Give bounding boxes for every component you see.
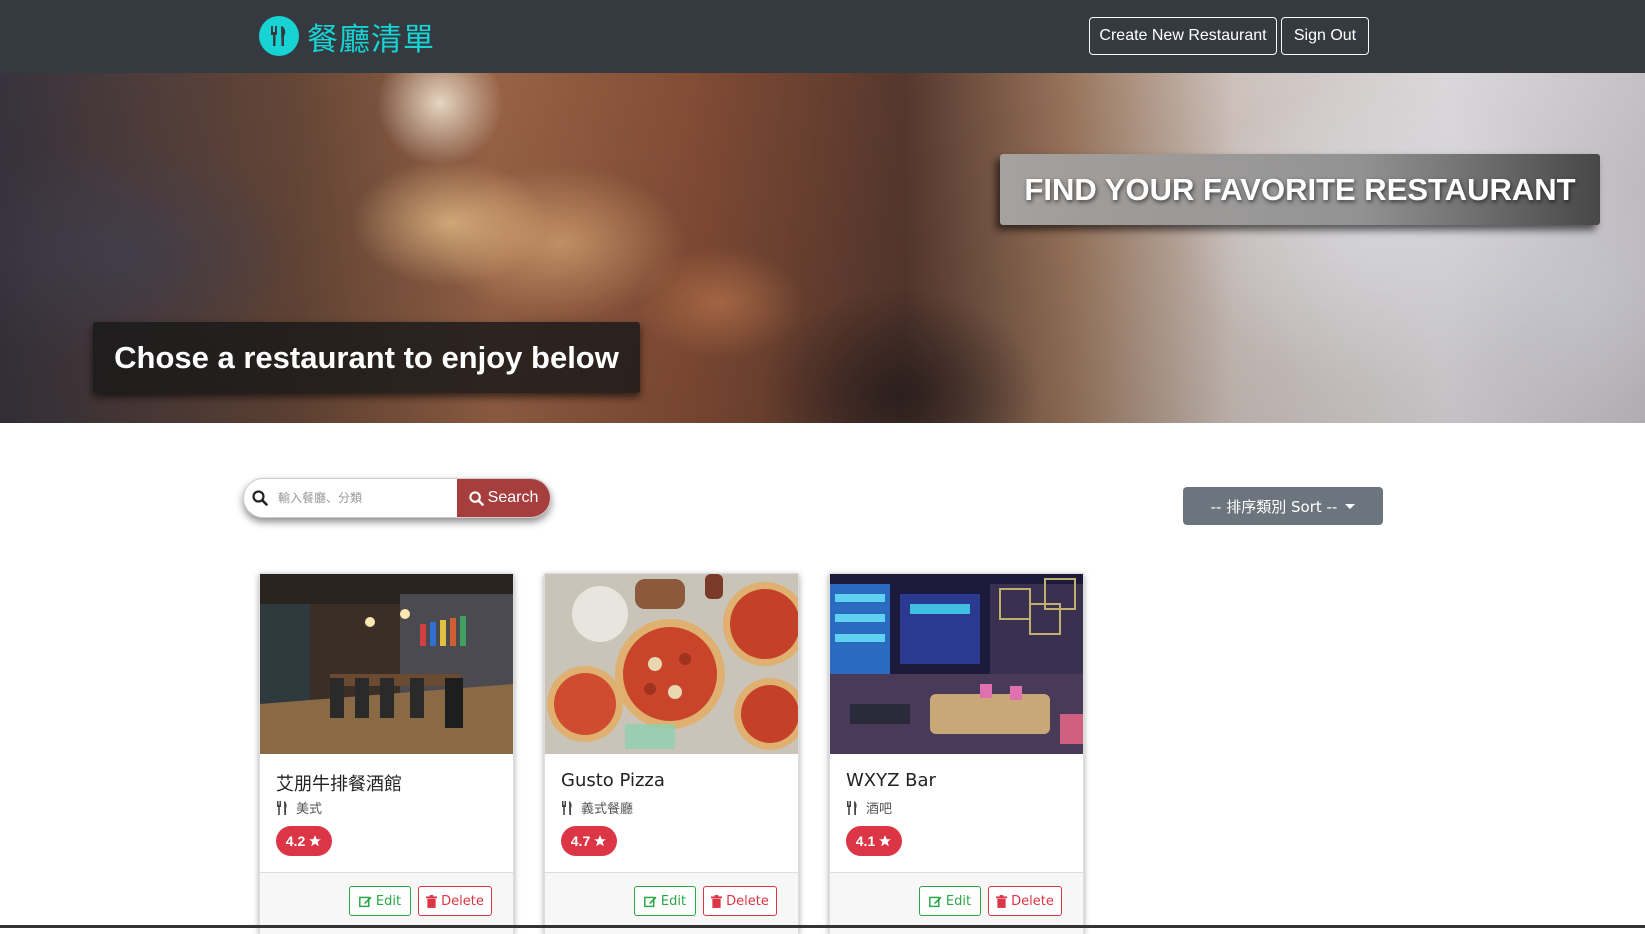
- edit-icon: [358, 896, 372, 907]
- delete-button[interactable]: Delete: [418, 886, 492, 916]
- brand-name: 餐廳清單: [307, 21, 435, 58]
- restaurant-name[interactable]: 艾朋牛排餐酒館: [276, 770, 402, 796]
- rating-badge: 4.1: [846, 826, 902, 856]
- trash-icon: [426, 894, 438, 908]
- edit-label: Edit: [375, 893, 402, 909]
- edit-button[interactable]: Edit: [634, 886, 696, 916]
- category-label: 酒吧: [866, 802, 893, 817]
- rating-value: 4.7: [570, 833, 591, 849]
- rating-value: 4.1: [855, 833, 876, 849]
- delete-label: Delete: [1011, 893, 1054, 909]
- utensils-icon: [277, 800, 287, 815]
- restaurant-card[interactable]: 艾朋牛排餐酒館 美式 4.2 Edit Delete: [259, 573, 514, 934]
- rating-value: 4.2: [285, 833, 306, 849]
- utensils-icon: [847, 800, 857, 815]
- edit-button[interactable]: Edit: [919, 886, 981, 916]
- restaurant-category: 美式: [276, 798, 322, 817]
- search-button-label: Search: [487, 489, 539, 506]
- category-label: 美式: [296, 802, 323, 817]
- delete-button[interactable]: Delete: [988, 886, 1062, 916]
- search-icon: [244, 479, 276, 517]
- delete-label: Delete: [726, 893, 769, 909]
- navbar: 餐廳清單 Create New Restaurant Sign Out: [0, 0, 1645, 73]
- hero-headline-box: FIND YOUR FAVORITE RESTAURANT: [1000, 154, 1600, 225]
- hero-subtitle-box: Chose a restaurant to enjoy below: [93, 322, 640, 393]
- edit-label: Edit: [945, 893, 972, 909]
- brand-logo[interactable]: 餐廳清單: [259, 16, 435, 58]
- restaurant-category: 義式餐廳: [561, 798, 633, 817]
- sort-dropdown[interactable]: -- 排序類別 Sort --: [1183, 487, 1383, 525]
- utensils-icon: [259, 16, 299, 56]
- search-button[interactable]: Search: [457, 479, 550, 517]
- search-bar: Search: [243, 478, 551, 518]
- restaurant-card[interactable]: WXYZ Bar 酒吧 4.1 Edit Delete: [829, 573, 1084, 934]
- restaurant-photo[interactable]: [830, 574, 1083, 754]
- rating-badge: 4.7: [561, 826, 617, 856]
- caret-down-icon: [1345, 503, 1356, 509]
- edit-label: Edit: [660, 893, 687, 909]
- hero-headline: FIND YOUR FAVORITE RESTAURANT: [1024, 171, 1576, 207]
- utensils-icon: [562, 800, 572, 815]
- star-icon: [879, 835, 892, 847]
- category-label: 義式餐廳: [581, 802, 634, 817]
- edit-icon: [643, 896, 657, 907]
- sign-out-button[interactable]: Sign Out: [1281, 17, 1369, 55]
- restaurant-name[interactable]: Gusto Pizza: [561, 770, 665, 791]
- star-icon: [594, 835, 607, 847]
- trash-icon: [711, 894, 723, 908]
- restaurant-photo[interactable]: [545, 574, 798, 754]
- trash-icon: [996, 894, 1008, 908]
- search-button-icon: [469, 490, 484, 506]
- sort-dropdown-label: -- 排序類別 Sort --: [1210, 497, 1338, 516]
- restaurant-category: 酒吧: [846, 798, 892, 817]
- hero-banner: FIND YOUR FAVORITE RESTAURANT Chose a re…: [0, 73, 1645, 423]
- star-icon: [309, 835, 322, 847]
- restaurant-card[interactable]: Gusto Pizza 義式餐廳 4.7 Edit Delete: [544, 573, 799, 934]
- restaurant-photo[interactable]: [260, 574, 513, 754]
- rating-badge: 4.2: [276, 826, 332, 856]
- create-restaurant-button[interactable]: Create New Restaurant: [1089, 17, 1277, 55]
- delete-label: Delete: [441, 893, 484, 909]
- restaurant-name[interactable]: WXYZ Bar: [846, 770, 936, 791]
- edit-button[interactable]: Edit: [349, 886, 411, 916]
- search-input[interactable]: [276, 479, 457, 517]
- edit-icon: [928, 896, 942, 907]
- hero-subtitle: Chose a restaurant to enjoy below: [114, 339, 619, 375]
- delete-button[interactable]: Delete: [703, 886, 777, 916]
